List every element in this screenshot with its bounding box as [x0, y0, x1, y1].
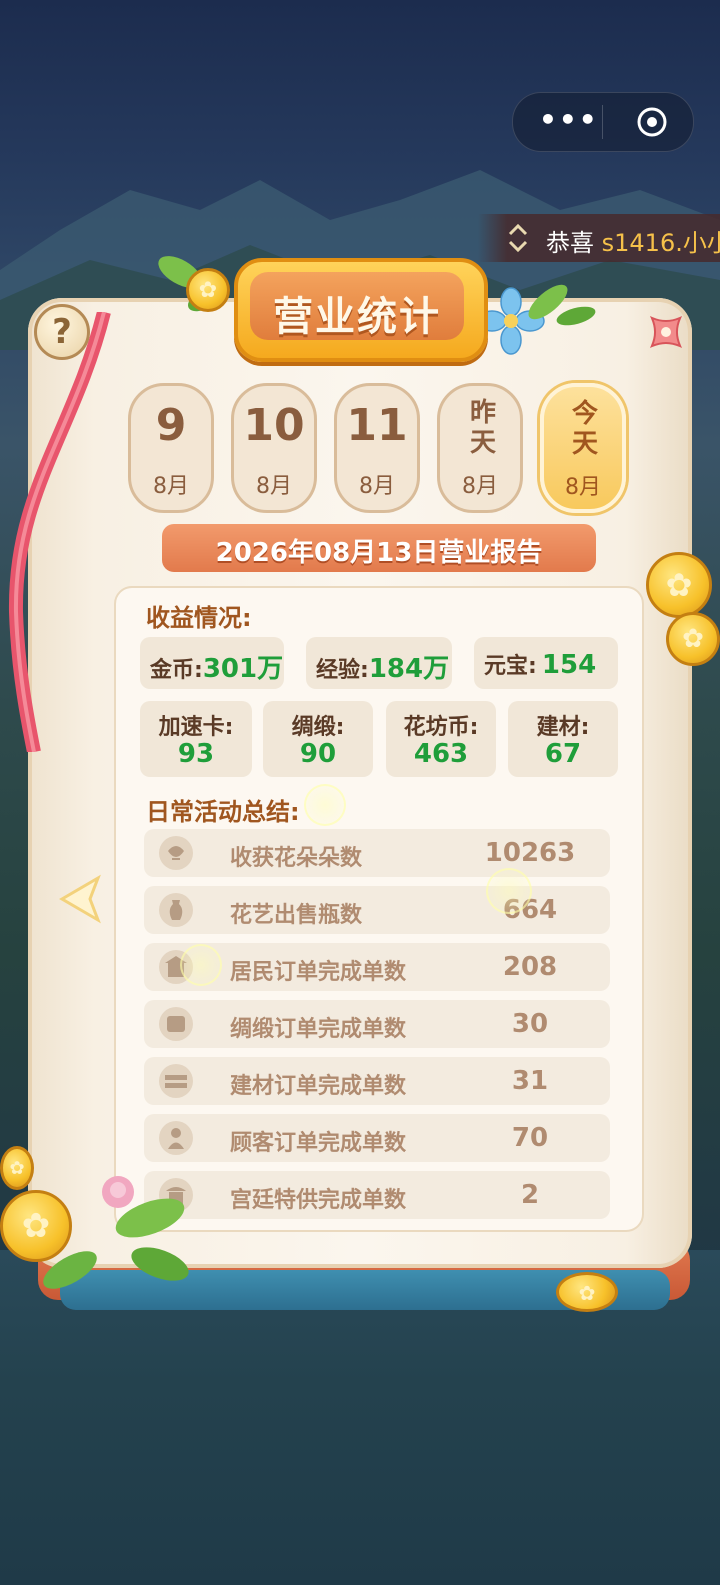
- date-tab-month: 8月: [565, 475, 601, 500]
- income-speedup-card: 加速卡: 93: [140, 701, 252, 777]
- date-tab-day: 10: [243, 400, 305, 451]
- income-value: 463: [413, 739, 469, 769]
- activity-value: 70: [511, 1123, 549, 1153]
- activity-value: 208: [502, 952, 558, 982]
- income-label: 建材:: [536, 715, 590, 740]
- sparkle-effect: [304, 784, 346, 826]
- miniprogram-capsule: •••: [512, 92, 694, 152]
- sparkle-effect: [180, 944, 222, 986]
- income-label: 绸缎:: [291, 715, 345, 740]
- gold-coin-icon: [646, 552, 712, 618]
- activity-label: 绸缎订单完成单数: [230, 1017, 407, 1042]
- income-building-material: 建材: 67: [508, 701, 618, 777]
- activity-value: 10263: [484, 838, 576, 868]
- report-title: 2026年08月13日营业报告: [215, 538, 543, 568]
- customer-icon: [159, 1121, 193, 1155]
- planks-icon: [159, 1064, 193, 1098]
- activity-label: 居民订单完成单数: [230, 960, 407, 985]
- income-value: 67: [544, 739, 582, 769]
- date-tab-day: 昨天: [469, 398, 496, 458]
- income-yuanbao: 元宝: 154: [474, 637, 618, 689]
- title-banner: 营业统计: [234, 258, 488, 362]
- activity-label: 顾客订单完成单数: [230, 1131, 407, 1156]
- ticker-text: 恭喜 s1416.小小: [546, 223, 720, 258]
- activity-row: 收获花朵朵数 10263: [144, 829, 610, 877]
- bookmark-ribbon: [8, 312, 111, 752]
- activity-row: 绸缎订单完成单数 30: [144, 1000, 610, 1048]
- income-exp: 经验:184万: [306, 637, 452, 689]
- date-tab-9[interactable]: 9 8月: [128, 383, 214, 513]
- income-value: 301万: [202, 654, 284, 684]
- previous-page-arrow[interactable]: [58, 872, 114, 926]
- announcement-ticker: 恭喜 s1416.小小: [478, 214, 720, 262]
- activity-section-title: 日常活动总结:: [146, 798, 300, 826]
- activity-value: 31: [511, 1066, 549, 1096]
- activity-row: 建材订单完成单数 31: [144, 1057, 610, 1105]
- sparkle-effect: [486, 868, 532, 914]
- activity-row: 花艺出售瓶数 664: [144, 886, 610, 934]
- income-value: 90: [299, 739, 337, 769]
- date-tab-today[interactable]: 今天 8月: [540, 383, 626, 513]
- income-silk: 绸缎: 90: [263, 701, 373, 777]
- date-tab-day: 今天: [571, 399, 598, 459]
- income-value: 154: [541, 650, 597, 680]
- income-label: 金币:: [150, 658, 203, 683]
- date-tab-10[interactable]: 10 8月: [231, 383, 317, 513]
- ticker-player-name: s1416.小小: [601, 229, 720, 257]
- flower-leaf-decoration: [43, 1176, 189, 1289]
- rose-icon: [159, 836, 193, 870]
- activity-label: 收获花朵朵数: [230, 846, 363, 871]
- leaf-decoration: [528, 284, 596, 326]
- income-label: 花坊币:: [403, 715, 479, 740]
- income-gold: 金币:301万: [140, 637, 284, 689]
- date-tab-yesterday[interactable]: 昨天 8月: [437, 383, 523, 513]
- gold-coin-icon: [556, 1272, 618, 1312]
- vase-icon: [159, 893, 193, 927]
- help-button[interactable]: ?: [34, 304, 90, 360]
- activity-label: 建材订单完成单数: [230, 1074, 407, 1099]
- date-tab-day: 9: [155, 400, 187, 451]
- page-title: 营业统计: [273, 294, 441, 340]
- more-dots-icon[interactable]: •••: [539, 105, 599, 135]
- gold-coin-icon: [666, 612, 720, 666]
- activity-value: 30: [511, 1009, 549, 1039]
- date-tab-day: 11: [346, 400, 408, 451]
- report-title-banner: 2026年08月13日营业报告: [162, 524, 596, 572]
- activity-row: 顾客订单完成单数 70: [144, 1114, 610, 1162]
- activity-label: 花艺出售瓶数: [230, 903, 363, 928]
- gold-coin-icon: [186, 268, 230, 312]
- gold-coin-icon: [0, 1146, 34, 1190]
- capsule-divider: [602, 105, 603, 139]
- date-tab-11[interactable]: 11 8月: [334, 383, 420, 513]
- income-label: 经验:: [316, 658, 369, 683]
- date-tab-month: 8月: [359, 474, 395, 499]
- income-value: 184万: [368, 654, 450, 684]
- scroll-arrows-icon: [508, 223, 528, 253]
- income-label: 元宝:: [484, 654, 537, 679]
- scroll-icon: [159, 1007, 193, 1041]
- income-label: 加速卡:: [158, 715, 234, 740]
- income-value: 93: [177, 739, 215, 769]
- target-circle-icon[interactable]: [635, 105, 669, 139]
- income-section-title: 收益情况:: [146, 604, 252, 632]
- help-label: ?: [52, 312, 72, 352]
- date-tab-month: 8月: [153, 474, 189, 499]
- activity-value: 2: [520, 1180, 540, 1210]
- ticker-label: 恭喜: [546, 229, 594, 257]
- date-tab-month: 8月: [462, 474, 498, 499]
- income-flowershop-coin: 花坊币: 463: [386, 701, 496, 777]
- close-button[interactable]: [640, 306, 692, 358]
- activity-label: 宫廷特供完成单数: [230, 1188, 407, 1213]
- activity-row: 宫廷特供完成单数 2: [144, 1171, 610, 1219]
- date-tab-month: 8月: [256, 474, 292, 499]
